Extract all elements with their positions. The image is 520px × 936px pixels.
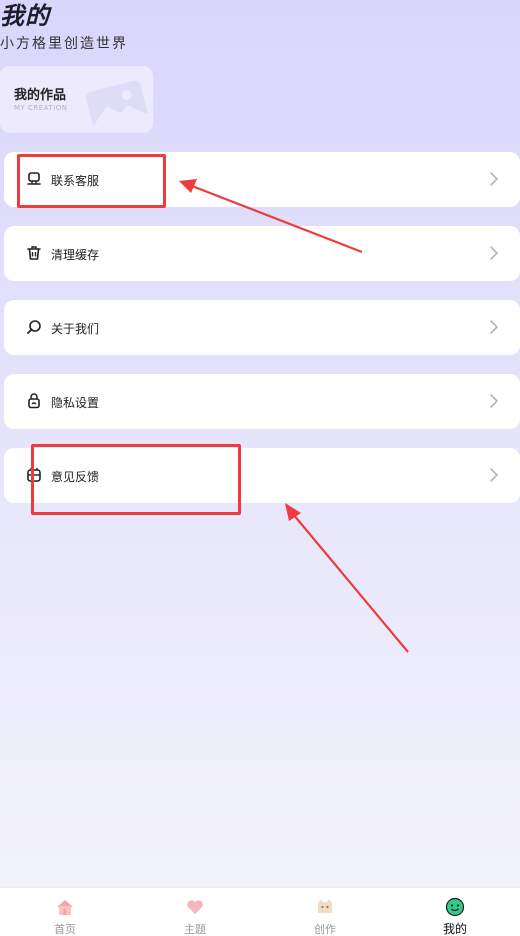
- chevron-right-icon: [490, 468, 499, 482]
- lock-icon: [28, 393, 40, 409]
- heart-icon: [187, 900, 203, 914]
- chevron-right-icon: [490, 394, 499, 408]
- tab-label: 首页: [54, 923, 76, 936]
- menu-label: 关于我们: [51, 322, 100, 336]
- smiley-icon: [445, 897, 465, 917]
- my-creation-card[interactable]: 我的作品 MY CREATION: [0, 66, 153, 133]
- menu-label: 隐私设置: [51, 396, 100, 410]
- tab-label: 主题: [184, 923, 206, 936]
- menu-item-feedback[interactable]: 意见反馈: [4, 448, 520, 503]
- settings-menu: 联系客服 清理缓存 关于我们 隐私设置 意见反馈: [4, 152, 520, 522]
- menu-item-privacy-settings[interactable]: 隐私设置: [4, 374, 520, 429]
- tab-label: 我的: [442, 922, 467, 936]
- tab-label: 创作: [314, 923, 336, 936]
- menu-item-about-us[interactable]: 关于我们: [4, 300, 520, 355]
- chevron-right-icon: [490, 172, 499, 186]
- creation-card-subtitle: MY CREATION: [14, 104, 68, 112]
- trash-icon: [27, 246, 41, 260]
- page-subtitle: 小方格里创造世界: [0, 36, 128, 52]
- chevron-right-icon: [490, 320, 499, 334]
- tab-mine[interactable]: 我的: [390, 888, 520, 936]
- creation-card-title: 我的作品: [14, 88, 67, 103]
- menu-item-clear-cache[interactable]: 清理缓存: [4, 226, 520, 281]
- menu-label: 联系客服: [51, 174, 100, 188]
- menu-label: 清理缓存: [51, 248, 100, 262]
- menu-label: 意见反馈: [51, 470, 100, 484]
- headset-icon: [27, 172, 41, 185]
- page-title: 我的: [0, 2, 50, 30]
- picture-icon: [86, 80, 149, 132]
- bottom-tab-bar: 首页 主题 创作 我的: [0, 887, 520, 936]
- cat-icon: [318, 899, 332, 913]
- tab-home[interactable]: 首页: [0, 888, 130, 936]
- search-chat-icon: [27, 320, 41, 334]
- menu-item-contact-support[interactable]: 联系客服: [4, 152, 520, 207]
- feedback-icon: [27, 467, 41, 482]
- home-icon: [57, 900, 73, 915]
- chevron-right-icon: [490, 246, 499, 260]
- tab-theme[interactable]: 主题: [130, 888, 260, 936]
- tab-create[interactable]: 创作: [260, 888, 390, 936]
